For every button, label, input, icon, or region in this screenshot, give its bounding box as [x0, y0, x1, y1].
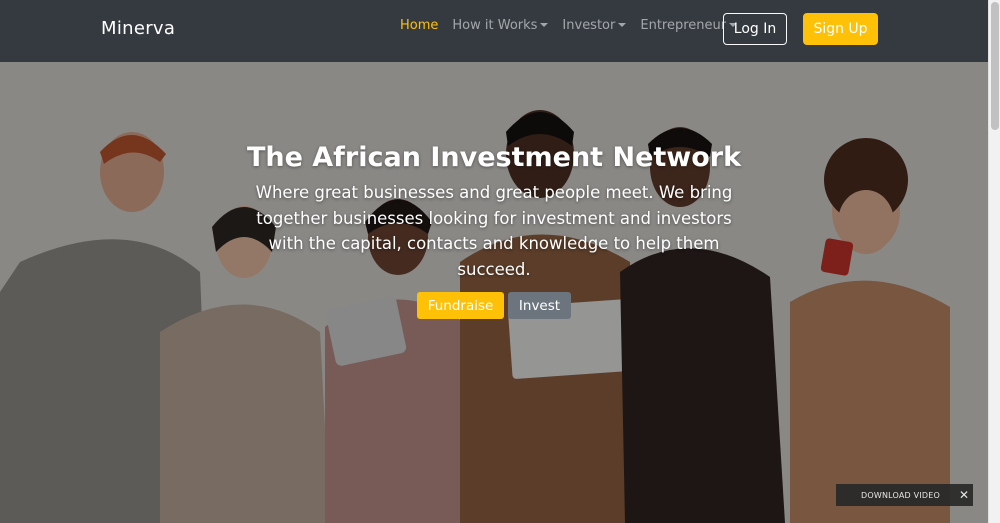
- caret-down-icon: [540, 23, 549, 27]
- fundraise-button[interactable]: Fundraise: [417, 292, 504, 319]
- nav-dropdown-investor[interactable]: Investor: [562, 18, 627, 33]
- page: Minerva Home How it Works Investor Entre…: [0, 0, 988, 523]
- invest-button[interactable]: Invest: [508, 292, 571, 319]
- brand-logo[interactable]: Minerva: [101, 18, 175, 39]
- nav-link-entrepreneur-label: Entrepreneur: [640, 18, 727, 33]
- nav-link-investor-label: Investor: [562, 18, 616, 33]
- caret-down-icon: [618, 23, 627, 27]
- hero-buttons: Fundraise Invest: [214, 292, 774, 319]
- nav-link-home-label: Home: [400, 18, 439, 33]
- nav-links: Home How it Works Investor Entrepreneur: [400, 18, 751, 33]
- close-icon[interactable]: ✕: [957, 487, 971, 503]
- hero-subtitle: Where great businesses and great people …: [255, 183, 733, 279]
- nav-link-home[interactable]: Home: [400, 18, 438, 33]
- download-video-button[interactable]: DOWNLOAD VIDEO: [836, 484, 973, 506]
- signup-button[interactable]: Sign Up: [803, 13, 878, 45]
- vertical-scrollbar[interactable]: [988, 0, 1000, 523]
- hero-section: The African Investment Network Where gre…: [0, 62, 988, 523]
- login-button[interactable]: Log In: [723, 13, 787, 45]
- navbar: Minerva Home How it Works Investor Entre…: [0, 0, 988, 62]
- nav-link-how-it-works-label: How it Works: [452, 18, 538, 33]
- hero-content: The African Investment Network Where gre…: [214, 140, 774, 319]
- scrollbar-thumb[interactable]: [991, 2, 999, 130]
- hero-title: The African Investment Network: [246, 142, 742, 173]
- nav-dropdown-how-it-works[interactable]: How it Works: [452, 18, 549, 33]
